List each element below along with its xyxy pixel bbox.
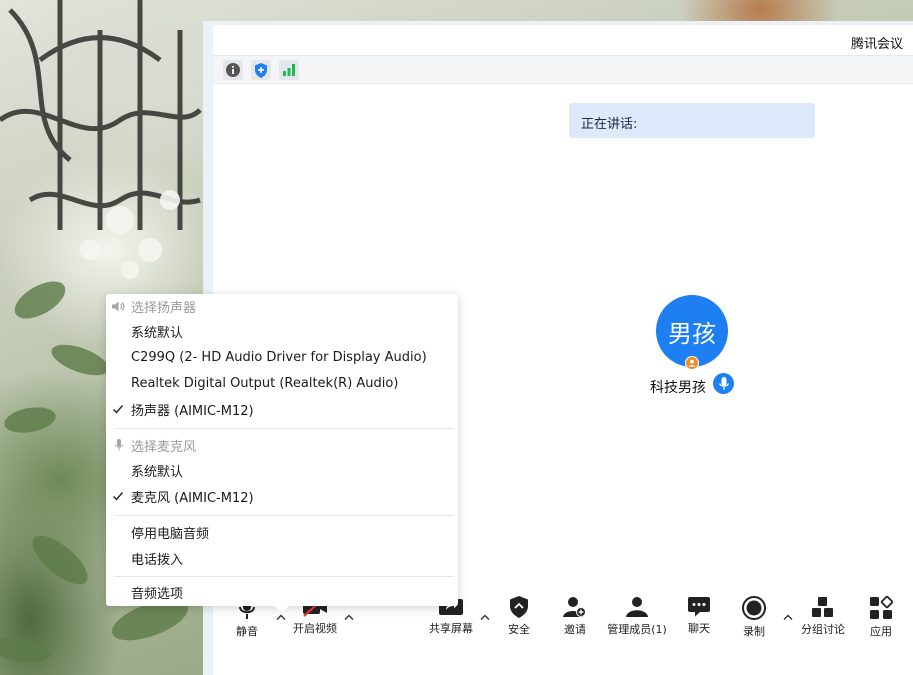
chat-button[interactable]: 聊天 xyxy=(684,596,714,636)
invite-user-icon xyxy=(563,596,587,618)
stop-computer-audio-item[interactable]: 停用电脑音频 xyxy=(106,519,458,545)
audio-options-item[interactable]: 音频选项 xyxy=(106,579,458,605)
speaker-option-aimic[interactable]: 扬声器 (AIMIC-M12) xyxy=(106,396,458,422)
manage-members-button[interactable]: 管理成员(1) xyxy=(606,596,668,636)
mic-header-label: 选择麦克风 xyxy=(131,439,197,455)
record-settings-caret-icon[interactable] xyxy=(781,610,795,624)
shield-plus-icon[interactable] xyxy=(251,60,271,80)
speaker-option-label: C299Q (2- HD Audio Driver for Display Au… xyxy=(131,349,427,365)
avatar-text: 男孩 xyxy=(668,319,716,348)
mute-label: 静音 xyxy=(236,625,258,638)
share-settings-caret-icon[interactable] xyxy=(478,610,492,624)
chat-label: 聊天 xyxy=(688,622,710,635)
breakout-label: 分组讨论 xyxy=(801,623,845,636)
mic-option-system-default[interactable]: 系统默认 xyxy=(106,457,458,483)
stop-audio-label: 停用电脑音频 xyxy=(131,526,210,542)
menu-divider xyxy=(114,428,454,429)
invite-label: 邀请 xyxy=(564,623,586,636)
security-label: 安全 xyxy=(508,623,530,636)
speaker-option-label: 扬声器 (AIMIC-M12) xyxy=(131,403,254,419)
record-label: 录制 xyxy=(743,625,765,638)
speaker-option-c299q[interactable]: C299Q (2- HD Audio Driver for Display Au… xyxy=(106,344,458,370)
title-bar: 腾讯会议 xyxy=(213,25,913,56)
mic-section-header: 选择麦克风 xyxy=(106,433,458,457)
members-icon xyxy=(625,596,649,618)
microphone-small-icon xyxy=(106,439,131,451)
host-badge-icon xyxy=(685,356,699,370)
speaker-option-label: Realtek Digital Output (Realtek(R) Audio… xyxy=(131,375,399,391)
security-button[interactable]: 安全 xyxy=(504,596,534,636)
menu-divider xyxy=(114,515,454,516)
apps-grid-icon xyxy=(869,596,893,620)
speaker-option-label: 系统默认 xyxy=(131,325,184,341)
speaker-icon xyxy=(106,301,131,312)
mic-option-label: 麦克风 (AIMIC-M12) xyxy=(131,490,254,506)
chat-bubble-icon xyxy=(688,596,710,617)
speaker-section-header: 选择扬声器 xyxy=(106,294,458,318)
info-icon[interactable] xyxy=(223,60,243,80)
start-video-label: 开启视频 xyxy=(293,622,337,635)
audio-device-menu: 选择扬声器 系统默认 C299Q (2- HD Audio Driver for… xyxy=(106,294,458,613)
apps-button[interactable]: 应用 xyxy=(866,596,896,638)
speaker-option-system-default[interactable]: 系统默认 xyxy=(106,318,458,344)
manage-members-label: 管理成员(1) xyxy=(607,623,667,636)
record-button[interactable]: 录制 xyxy=(739,596,769,638)
breakout-button[interactable]: 分组讨论 xyxy=(798,596,848,636)
signal-bars-icon[interactable] xyxy=(279,60,299,80)
participant-mic-icon xyxy=(713,373,734,394)
apps-label: 应用 xyxy=(870,625,892,638)
speaker-header-label: 选择扬声器 xyxy=(131,300,197,316)
record-icon xyxy=(742,596,766,620)
menu-divider xyxy=(114,576,454,577)
mic-option-label: 系统默认 xyxy=(131,464,184,480)
speaker-option-realtek[interactable]: Realtek Digital Output (Realtek(R) Audio… xyxy=(106,370,458,396)
breakout-rooms-icon xyxy=(811,596,835,618)
check-icon xyxy=(113,405,124,414)
status-bar xyxy=(213,56,913,84)
audio-options-label: 音频选项 xyxy=(131,586,184,602)
check-icon xyxy=(113,492,124,501)
app-title: 腾讯会议 xyxy=(850,37,903,52)
phone-dial-in-item[interactable]: 电话拨入 xyxy=(106,545,458,571)
invite-button[interactable]: 邀请 xyxy=(560,596,590,636)
participant-name: 科技男孩 xyxy=(650,380,706,396)
speaking-label: 正在讲话: xyxy=(581,117,638,132)
mic-option-aimic[interactable]: 麦克风 (AIMIC-M12) xyxy=(106,483,458,509)
speaking-indicator: 正在讲话: xyxy=(569,103,815,138)
share-screen-label: 共享屏幕 xyxy=(429,622,473,635)
video-settings-caret-icon[interactable] xyxy=(342,610,356,624)
phone-dial-label: 电话拨入 xyxy=(131,552,184,568)
security-shield-icon xyxy=(509,596,529,618)
